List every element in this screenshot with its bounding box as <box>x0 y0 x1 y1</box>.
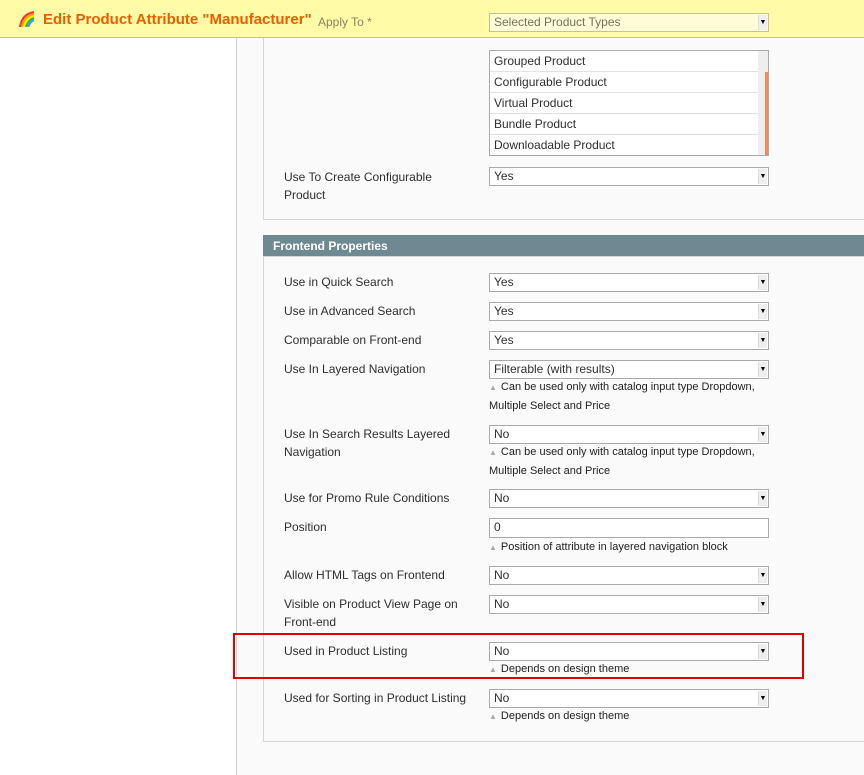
product-types-multiselect[interactable]: Grouped Product Configurable Product Vir… <box>489 50 769 156</box>
triangle-up-icon: ▲ <box>489 712 497 721</box>
list-item[interactable]: Downloadable Product <box>490 135 759 156</box>
chevron-down-icon: ▼ <box>758 362 767 377</box>
search-results-layered-navigation-select[interactable]: No ▼ <box>489 425 769 444</box>
chevron-down-icon: ▼ <box>758 691 767 706</box>
configurable-label: Use To Create Configurable Product <box>284 170 432 202</box>
position-label: Position <box>284 520 327 534</box>
chevron-down-icon: ▼ <box>758 491 767 506</box>
list-item[interactable]: Bundle Product <box>490 114 759 135</box>
chevron-down-icon: ▼ <box>758 169 767 184</box>
position-input[interactable]: 0 <box>489 518 769 538</box>
chevron-down-icon: ▼ <box>758 15 767 30</box>
chevron-down-icon: ▼ <box>758 568 767 583</box>
chevron-down-icon: ▼ <box>758 427 767 442</box>
list-item[interactable]: Configurable Product <box>490 72 759 93</box>
triangle-up-icon: ▲ <box>489 543 497 552</box>
quick-search-label: Use in Quick Search <box>284 275 394 289</box>
apply-to-select[interactable]: Selected Product Types ▼ <box>489 13 769 32</box>
triangle-up-icon: ▲ <box>489 448 497 457</box>
rainbow-icon <box>19 11 35 27</box>
visible-on-product-view-label: Visible on Product View Page on Front-en… <box>284 597 458 629</box>
configurable-select[interactable]: Yes ▼ <box>489 167 769 186</box>
used-for-sorting-note: ▲ Depends on design theme <box>489 710 630 722</box>
promo-rule-conditions-label: Use for Promo Rule Conditions <box>284 491 450 505</box>
sidebar <box>0 0 237 775</box>
layered-navigation-label: Use In Layered Navigation <box>284 362 426 376</box>
page-title: Edit Product Attribute "Manufacturer" <box>43 11 312 28</box>
visible-on-product-view-select[interactable]: No ▼ <box>489 595 769 614</box>
allow-html-tags-select[interactable]: No ▼ <box>489 566 769 585</box>
search-results-layered-navigation-label: Use In Search Results Layered Navigation <box>284 427 451 459</box>
comparable-select[interactable]: Yes ▼ <box>489 331 769 350</box>
used-for-sorting-select[interactable]: No ▼ <box>489 689 769 708</box>
position-note: ▲ Position of attribute in layered naviga… <box>489 541 728 553</box>
advanced-search-label: Use in Advanced Search <box>284 304 416 318</box>
highlight-box <box>233 633 804 679</box>
triangle-up-icon: ▲ <box>489 383 497 392</box>
chevron-down-icon: ▼ <box>758 333 767 348</box>
used-for-sorting-label: Used for Sorting in Product Listing <box>284 691 467 705</box>
apply-to-label: Apply To * <box>318 15 372 29</box>
search-results-layered-navigation-note: ▲ Can be used only with catalog input typ… <box>489 446 755 477</box>
layered-navigation-note: ▲ Can be used only with catalog input typ… <box>489 381 755 412</box>
comparable-label: Comparable on Front-end <box>284 333 422 347</box>
frontend-properties-header: Frontend Properties <box>263 235 864 256</box>
advanced-search-select[interactable]: Yes ▼ <box>489 302 769 321</box>
scrollbar[interactable] <box>758 51 768 155</box>
list-item[interactable]: Grouped Product <box>490 51 759 72</box>
layered-navigation-select[interactable]: Filterable (with results) ▼ <box>489 360 769 379</box>
promo-rule-conditions-select[interactable]: No ▼ <box>489 489 769 508</box>
chevron-down-icon: ▼ <box>758 275 767 290</box>
chevron-down-icon: ▼ <box>758 304 767 319</box>
chevron-down-icon: ▼ <box>758 597 767 612</box>
quick-search-select[interactable]: Yes ▼ <box>489 273 769 292</box>
allow-html-tags-label: Allow HTML Tags on Frontend <box>284 568 445 582</box>
scrollbar-thumb[interactable] <box>765 72 768 155</box>
list-item[interactable]: Virtual Product <box>490 93 759 114</box>
